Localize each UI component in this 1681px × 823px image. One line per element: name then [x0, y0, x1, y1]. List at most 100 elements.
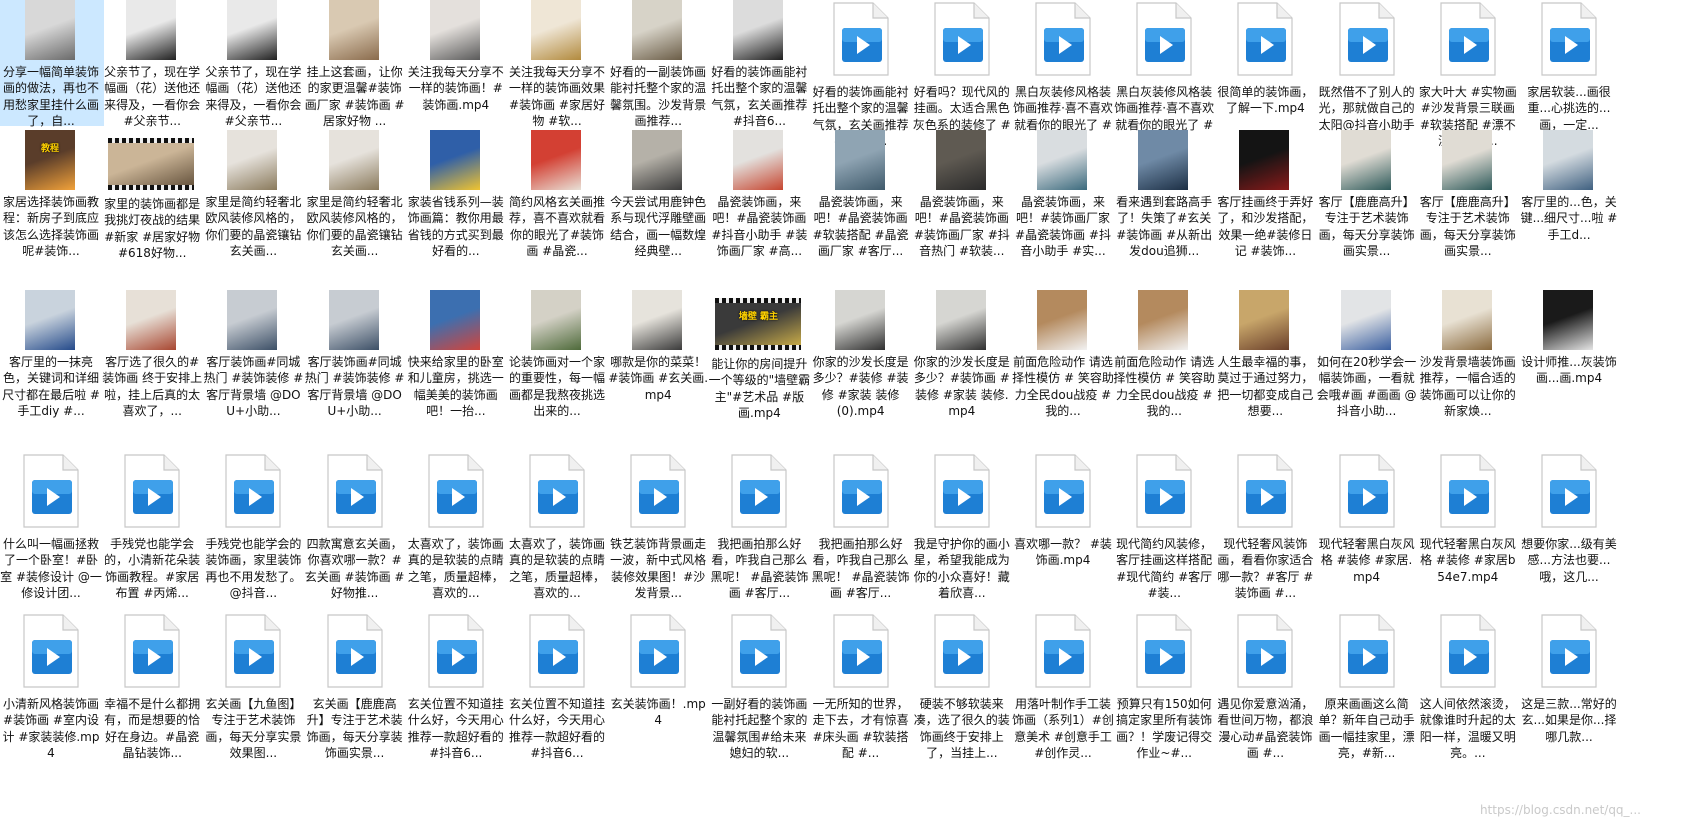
file-item[interactable]: 手残党也能学会的装饰画，家里装饰再也不用发愁了。 @抖音... [198, 452, 306, 614]
file-item[interactable]: 客厅里的一抹亮色，关键词和详细尺寸都在最后啦 #手工diy #... [0, 290, 104, 452]
file-item[interactable]: 设计师推...灰装饰画...画.mp4 [1514, 290, 1622, 452]
file-name: 客厅里的一抹亮色，关键词和详细尺寸都在最后啦 #手工diy #... [2, 355, 100, 419]
file-item[interactable]: 硬装不够软装来凑，选了很久的装饰画终于安排上了，当挂上... [907, 612, 1015, 774]
file-name: 小清新风格装饰画#装饰画 #室内设计 #家装装修.mp4 [2, 697, 100, 761]
file-item[interactable]: 客厅装饰画#同城热门 #装饰装修 #客厅背景墙 @DOU+小助... [300, 290, 408, 452]
file-item[interactable]: 家里是简约轻奢北欧风装修风格的，你们要的晶瓷镶钻玄关画... [300, 130, 408, 292]
file-item[interactable]: 玄关位置不知道挂什么好，今天用心推荐一款超好看的#抖音6... [502, 612, 610, 774]
file-item[interactable]: 这是三款...常好的玄...如果是你...择哪几款... [1514, 612, 1622, 774]
file-item[interactable]: 如何在20秒学会一幅装饰画，一看就会哦#画 #画画 @抖音小助... [1312, 290, 1420, 452]
file-item[interactable]: 玄关画【鹿鹿高升】专注于艺术装饰画，每天分享装饰画实景... [300, 612, 408, 774]
file-item[interactable]: 墙壁 霸主 能让你的房间提升一个等级的"墙壁霸主"#艺术品 #版画.mp4 [704, 290, 812, 452]
file-item[interactable]: 铁艺装饰背景画走一波，新中式风格装修效果图！#沙发背景... [603, 452, 711, 614]
video-thumbnail [1037, 290, 1087, 350]
video-file-icon [932, 454, 990, 528]
file-item[interactable]: 原来画画这么简单？新年自己动手画一幅挂家里，漂亮，#新... [1312, 612, 1420, 774]
video-thumbnail [1340, 130, 1391, 190]
file-name: 家装省钱系列—装饰画篇：教你用最省钱的方式买到最好看的... [407, 195, 504, 259]
file-item[interactable]: 教程 家居选择装饰画教程：新房子到底应该怎么选择装饰画呢#装饰... [0, 130, 104, 292]
file-item[interactable]: 客厅里的...色，关键...细尺寸...啦 #手工d... [1514, 130, 1622, 292]
file-name: 设计师推...灰装饰画...画.mp4 [1521, 355, 1617, 386]
video-thumbnail [1441, 290, 1492, 350]
video-thumbnail [733, 130, 784, 190]
file-item[interactable]: 想要你家...级有美感...方法也要...哦，这几... [1514, 452, 1622, 614]
file-item[interactable]: 客厅【鹿鹿高升】专注于艺术装饰画，每天分享装饰画实景... [1413, 130, 1521, 292]
file-name: 家里是简约轻奢北欧风装修风格的，你们要的晶瓷镶钻玄关画... [205, 195, 302, 259]
file-name: 手残党也能学会的装饰画，家里装饰再也不用发愁了。 @抖音... [205, 537, 302, 601]
file-item[interactable]: 家里是简约轻奢北欧风装修风格的，你们要的晶瓷镶钻玄关画... [198, 130, 306, 292]
file-item[interactable]: 晶瓷装饰画，来吧！#晶瓷装饰画 #抖音小助手 #装饰画厂家 #高... [704, 130, 812, 292]
file-name: 玄关位置不知道挂什么好，今天用心推荐一款超好看的#抖音6... [508, 697, 605, 761]
file-item[interactable]: 客厅挂画终于弄好了，和沙发搭配，效果一绝#装修日记 #装饰... [1210, 130, 1318, 292]
file-name: 客厅【鹿鹿高升】专注于艺术装饰画，每天分享装饰画实景... [1318, 195, 1415, 259]
file-item[interactable]: 一无所知的世界，走下去，才有惊喜#床头画 #软装搭配 #... [806, 612, 914, 774]
file-item[interactable]: 我把画拍那么好看，咋我自己那么黑呢！ #晶瓷装饰画 #客厅... [704, 452, 812, 614]
file-item[interactable]: 四款寓意玄关画，你喜欢哪一款？#玄关画 #装饰画 #好物推... [300, 452, 408, 614]
file-item[interactable]: 家装省钱系列—装饰画篇：教你用最省钱的方式买到最好看的... [401, 130, 509, 292]
file-item[interactable]: 现代轻奢黑白灰风格 #装修 #家居b54e7.mp4 [1413, 452, 1521, 614]
file-item[interactable]: 玄关装饰画！.mp4 [603, 612, 711, 774]
video-thumbnail [227, 130, 278, 190]
file-item[interactable]: 客厅选了很久的#装饰画 终于安排上啦，挂上后真的太喜欢了，... [97, 290, 205, 452]
video-file-icon [729, 614, 787, 688]
file-item[interactable]: 家里的装饰画都是我挑灯夜战的结果#新家 #居家好物 #618好物... [97, 130, 205, 292]
file-item[interactable]: 遇见你爱意汹涌，看世间万物，都浪漫心动#晶瓷装饰画 #... [1210, 612, 1318, 774]
file-item[interactable]: 喜欢哪一款？ #装饰画.mp4 [1008, 452, 1116, 614]
file-item[interactable]: 我把画拍那么好看，咋我自己那么黑呢！ #晶瓷装饰画 #客厅... [806, 452, 914, 614]
video-file-icon [1033, 2, 1091, 76]
file-item[interactable]: 沙发背景墙装饰画推荐，一幅合适的装饰画可以让你的新家焕... [1413, 290, 1521, 452]
video-thumbnail: 墙壁 霸主 [715, 298, 802, 350]
file-item[interactable]: 这人间依然滚烫，就像谁时升起的太阳一样，温暖又明亮。... [1413, 612, 1521, 774]
file-name: 现代轻奢黑白灰风格 #装修 #家居.mp4 [1318, 537, 1415, 584]
file-item[interactable]: 我是守护你的画小星，希望我能成为你的小众喜好！藏着欣喜... [907, 452, 1015, 614]
file-item[interactable]: 小清新风格装饰画#装饰画 #室内设计 #家装装修.mp4 [0, 612, 104, 774]
file-name: 客厅里的...色，关键...细尺寸...啦 #手工d... [1520, 195, 1618, 242]
file-item[interactable]: 太喜欢了，装饰画真的是软装的点睛之笔，质量超棒，喜欢的... [502, 452, 610, 614]
file-item[interactable]: 今天尝试用鹿钟色系与现代浮雕壁画结合，画一幅数煌经典壁... [603, 130, 711, 292]
file-item[interactable]: 晶瓷装饰画，来吧！#装饰画厂家 #晶瓷装饰画 #抖音小助手 #实... [1008, 130, 1116, 292]
video-file-icon [223, 614, 281, 688]
video-thumbnail [126, 290, 177, 350]
file-item[interactable]: 手残党也能学会的，小清新花朵装饰画教程。#家居布置 #丙烯... [97, 452, 205, 614]
file-name: 简约风格玄关画推荐，喜不喜欢就看你的眼光了#装饰画 #晶瓷... [508, 195, 605, 259]
file-item[interactable]: 玄关画【九鱼图】专注于艺术装饰画，每天分享实景效果图... [198, 612, 306, 774]
video-file-icon [1235, 614, 1293, 688]
watermark: https://blog.csdn.net/qq_... [1479, 803, 1641, 817]
video-file-icon [1033, 614, 1091, 688]
file-name: 四款寓意玄关画，你喜欢哪一款？#玄关画 #装饰画 #好物推... [304, 537, 405, 601]
file-item[interactable]: 分享一幅简单装饰画的做法，再也不用愁家里挂什么画了，自... [0, 0, 104, 128]
video-file-icon [1134, 454, 1192, 528]
file-item[interactable]: 简约风格玄关画推荐，喜不喜欢就看你的眼光了#装饰画 #晶瓷... [502, 130, 610, 292]
file-item[interactable]: 客厅【鹿鹿高升】专注于艺术装饰画，每天分享装饰画实景... [1312, 130, 1420, 292]
file-item[interactable]: 晶瓷装饰画，来吧！#晶瓷装饰画 #装饰画厂家 #抖音热门 #软装... [907, 130, 1015, 292]
file-item[interactable]: 用落叶制作手工装饰画（系列1）#创意美术 #创意手工 #创作灵... [1008, 612, 1116, 774]
file-item[interactable]: 现代轻奢黑白灰风格 #装修 #家居.mp4 [1312, 452, 1420, 614]
file-item[interactable]: 预算只有150如何搞定家里所有装饰画？！学废记得交作业~#... [1109, 612, 1217, 774]
file-item[interactable]: 现代轻奢风装饰画，看看你家适合哪一款？#客厅 #装饰画 #... [1210, 452, 1318, 614]
file-item[interactable]: 什么叫一幅画拯救了一个卧室！#卧室 #装修设计 @一修设计团... [0, 452, 104, 614]
file-item[interactable]: 一副好看的装饰画能衬托起整个家的温馨氛围#给未来媳妇的软... [704, 612, 812, 774]
file-item[interactable]: 看来遇到套路高手了！失策了#玄关 #装饰画 #从新出发dou追狮... [1109, 130, 1217, 292]
file-item[interactable]: 你家的沙发长度是多少？#装修 #装修 #家装 装修 (0).mp4 [806, 290, 914, 452]
file-item[interactable]: 哪款是你的菜菜！#装饰画 #玄关画.mp4 [603, 290, 711, 452]
video-file-icon [426, 614, 484, 688]
video-file-icon [1033, 454, 1091, 528]
file-item[interactable]: 前面危险动作 请选择性模仿 # 笑容助力全民dou战疫 #我的... [1109, 290, 1217, 452]
video-thumbnail [429, 290, 480, 350]
video-thumbnail [1340, 290, 1391, 350]
file-item[interactable]: 快来给家里的卧室和儿童房，挑选一幅美美的装饰画吧！一抬... [401, 290, 509, 452]
file-item[interactable]: 客厅装饰画#同城热门 #装饰装修 #客厅背景墙 @DOU+小助... [198, 290, 306, 452]
file-item[interactable]: 太喜欢了，装饰画真的是软装的点睛之笔，质量超棒，喜欢的... [401, 452, 509, 614]
file-item[interactable]: 晶瓷装饰画，来吧！#晶瓷装饰画 #软装搭配 #晶瓷画厂家 #客厅... [806, 130, 914, 292]
file-item[interactable]: 幸福不是什么都拥有，而是想要的恰好在身边。#晶瓷晶钻装饰... [97, 612, 205, 774]
file-name: 现代简约风装修，客厅挂画这样搭配 #现代简约 #客厅 #装... [1116, 537, 1213, 601]
video-thumbnail [1138, 290, 1189, 350]
file-item[interactable]: 论装饰画对一个家的重要性，每一幅画都是我熬夜挑选出来的... [502, 290, 610, 452]
file-item[interactable]: 现代简约风装修，客厅挂画这样搭配 #现代简约 #客厅 #装... [1109, 452, 1217, 614]
video-thumbnail [632, 290, 683, 350]
file-item[interactable]: 前面危险动作 请选择性模仿 # 笑容助力全民dou战疫 #我的... [1008, 290, 1116, 452]
file-name: 论装饰画对一个家的重要性，每一幅画都是我熬夜挑选出来的... [508, 355, 605, 419]
file-item[interactable]: 玄关位置不知道挂什么好，今天用心推荐一款超好看的#抖音6... [401, 612, 509, 774]
file-item[interactable]: 你家的沙发长度是多少？#装饰画 #装修 #家装 装修.mp4 [907, 290, 1015, 452]
file-item[interactable]: 人生最幸福的事，莫过于通过努力，把一切都变成自己想要... [1210, 290, 1318, 452]
